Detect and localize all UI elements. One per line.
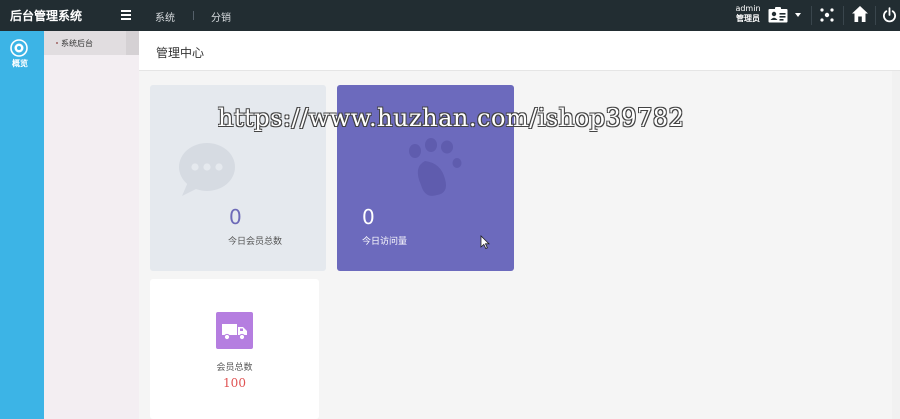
- truck-icon: [222, 324, 247, 341]
- id-card-icon[interactable]: [768, 7, 788, 23]
- total-members-value: 100: [223, 376, 246, 390]
- secondary-sidebar: 系统后台: [44, 31, 139, 419]
- vertical-scrollbar[interactable]: [892, 71, 900, 419]
- nav-distribution[interactable]: 分销: [211, 9, 231, 24]
- topbar-divider: [875, 6, 876, 25]
- home-icon[interactable]: [851, 5, 869, 23]
- rail-item-label: 概览: [12, 59, 28, 68]
- power-icon[interactable]: [882, 7, 897, 23]
- today-visits-value: 0: [362, 205, 375, 229]
- active-item-indicator: [126, 31, 139, 55]
- top-bar: 后台管理系统 系统 分销 admin 管理员: [0, 0, 900, 31]
- total-members-card[interactable]: 会员总数 100: [150, 279, 319, 419]
- page-header: 管理中心: [139, 31, 900, 71]
- sitemap-icon[interactable]: [819, 7, 835, 23]
- today-visits-label: 今日访问量: [362, 237, 408, 247]
- truck-icon-tile: [216, 312, 253, 349]
- mouse-cursor-icon: [480, 235, 490, 249]
- subnav-item-system-backend[interactable]: 系统后台: [44, 31, 139, 55]
- rail-item-overview[interactable]: 概览: [0, 31, 44, 71]
- nav-system[interactable]: 系统: [155, 9, 175, 24]
- user-name: admin: [735, 4, 761, 13]
- topbar-divider: [811, 6, 812, 25]
- caret-down-icon[interactable]: [795, 13, 801, 17]
- subnav-item-label: 系统后台: [61, 39, 93, 48]
- app-title: 后台管理系统: [10, 9, 83, 23]
- dashboard-icon: [10, 39, 28, 57]
- topbar-divider: [843, 6, 844, 25]
- total-members-label: 会员总数: [216, 363, 253, 373]
- today-members-label: 今日会员总数: [228, 237, 283, 247]
- watermark-text: https://www.huzhan.com/ishop39782: [218, 104, 685, 132]
- nav-divider: [193, 11, 194, 20]
- main-content: 管理中心 0 今日会员总数 0 今日访问量 会员总数 100: [139, 31, 900, 419]
- page-title: 管理中心: [156, 46, 205, 60]
- today-members-value: 0: [229, 205, 242, 229]
- bullet-icon: [56, 42, 58, 44]
- paw-icon: [409, 138, 462, 196]
- user-menu[interactable]: admin 管理员: [734, 4, 762, 24]
- menu-toggle-icon[interactable]: [121, 10, 131, 20]
- chat-bubble-icon: [179, 143, 235, 196]
- user-role: 管理员: [736, 14, 760, 23]
- icon-rail: 概览: [0, 31, 44, 419]
